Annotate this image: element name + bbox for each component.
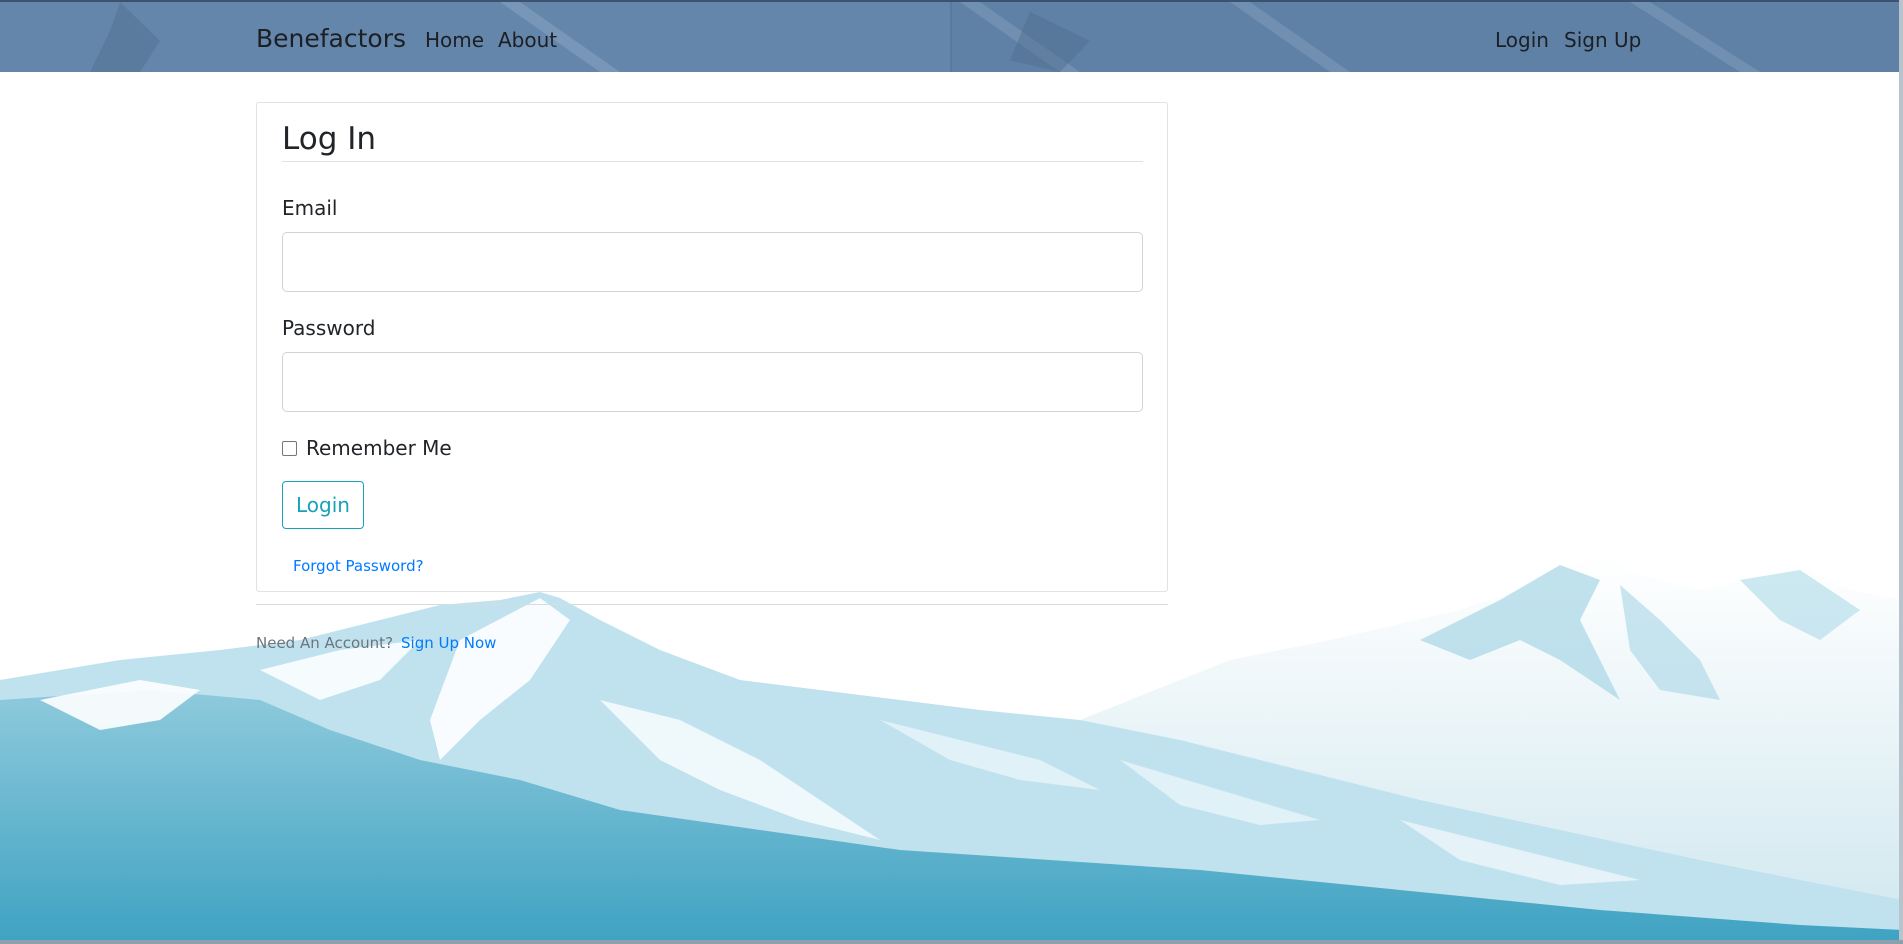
top-navbar: Benefactors Home About Login Sign Up [0, 0, 1903, 72]
footer-divider [256, 604, 1168, 605]
need-account-text: Need An Account? [256, 634, 394, 652]
nav-link-home[interactable]: Home [425, 28, 484, 52]
nav-link-about[interactable]: About [498, 28, 557, 52]
remember-me-row: Remember Me [282, 436, 452, 460]
password-label: Password [282, 316, 376, 340]
password-field[interactable] [282, 352, 1143, 412]
login-submit-button[interactable]: Login [282, 481, 364, 529]
remember-me-checkbox[interactable] [282, 440, 297, 456]
brand-logo-link[interactable]: Benefactors [256, 24, 406, 53]
sign-up-now-link[interactable]: Sign Up Now [401, 634, 496, 652]
page-title: Log In [282, 121, 377, 157]
nav-link-sign-up[interactable]: Sign Up [1564, 28, 1641, 52]
email-label: Email [282, 196, 338, 220]
email-field[interactable] [282, 232, 1143, 292]
title-divider [282, 161, 1143, 162]
window-bottom-edge [0, 940, 1903, 944]
login-card: Log In Email Password Remember Me Login … [256, 102, 1168, 592]
nav-link-login[interactable]: Login [1495, 28, 1549, 52]
forgot-password-link[interactable]: Forgot Password? [293, 557, 424, 575]
window-right-edge [1899, 0, 1903, 944]
remember-me-label[interactable]: Remember Me [306, 436, 452, 460]
